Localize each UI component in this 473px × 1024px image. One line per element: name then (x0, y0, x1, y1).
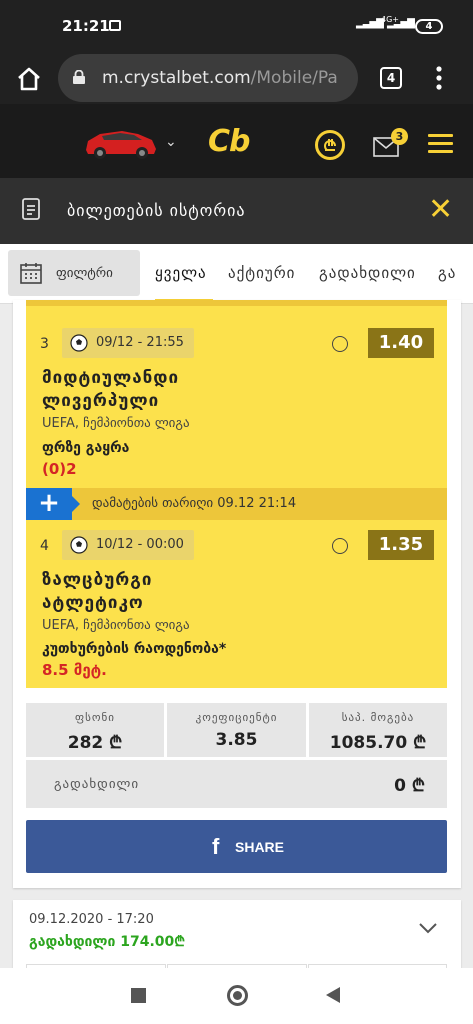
status-time: 21:21 (62, 17, 110, 35)
android-nav-bar (0, 968, 473, 1024)
balance-coin-icon[interactable] (315, 130, 345, 160)
ticket-summary: ფსონი 282 ₾ კოეფიციენტი 3.85 საპ. მოგება… (26, 703, 447, 808)
coefficient-label: კოეფიციენტი (195, 711, 278, 724)
tab-overflow[interactable]: გა (438, 264, 456, 282)
mail-count-badge: 3 (391, 128, 408, 145)
ticket-datetime: 09.12.2020 - 17:20 (29, 912, 154, 927)
filter-tab-bar: ფილტრი ყველა აქტიური გადახდილი გა (0, 244, 473, 304)
close-icon[interactable]: ✕ (428, 192, 453, 227)
paid-cell: გადახდილი 0 ₾ (26, 760, 447, 808)
soccer-ball-icon (70, 536, 88, 554)
team-home: მიდტიულანდი (42, 368, 180, 388)
soccer-ball-icon (70, 334, 88, 352)
more-menu-icon[interactable] (436, 66, 442, 90)
lari-icon (324, 139, 336, 151)
browser-toolbar: m.crystalbet.com/Mobile/Pa 4 (0, 54, 473, 104)
ticket-history-header: ბილეთების ისტორია ✕ (0, 178, 473, 244)
stake-value: 282 ₾ (67, 733, 123, 753)
signal-icon: ▂▃▅▇ (356, 18, 384, 29)
event-number: 4 (40, 538, 49, 554)
event-block: 3 09/12 - 21:55 1.40 მიდტიულანდი ლივერპუ… (26, 300, 447, 490)
url-text: m.crystalbet.com/Mobile/Pa (102, 68, 338, 88)
event-status-radio (332, 538, 348, 554)
event-number: 3 (40, 336, 49, 352)
paid-value: 0 ₾ (394, 776, 425, 796)
tab-active[interactable]: აქტიური (228, 264, 295, 282)
coefficient-value: 3.85 (215, 730, 258, 750)
market-name: კუთხურების რაოდენობა* (42, 641, 227, 657)
home-icon[interactable] (16, 66, 42, 92)
recents-button[interactable] (131, 988, 146, 1003)
signal-icon-2: ▂▃▅▇ (387, 18, 415, 29)
event-datetime: 10/12 - 00:00 (62, 530, 194, 560)
page-title: ბილეთების ისტორია (67, 201, 246, 220)
event-datetime: 09/12 - 21:55 (62, 328, 194, 358)
car-promo-icon[interactable] (82, 122, 160, 162)
plus-icon[interactable]: + (26, 488, 80, 520)
notification-icon (109, 20, 121, 31)
ticket-status: გადახდილი 174.00₾ (29, 934, 186, 950)
event-odds: 1.40 (368, 328, 434, 358)
team-away: ლივერპული (42, 391, 160, 411)
add-date-text: დამატების თარიღი 09.12 21:14 (92, 496, 297, 511)
league-name: UEFA, ჩემპიონთა ლიგა (42, 416, 190, 431)
site-header: ⌄ Cb 3 (0, 104, 473, 178)
team-home: ზალცბურგი (42, 570, 153, 590)
tab-paid[interactable]: გადახდილი (319, 264, 416, 282)
back-button[interactable] (326, 987, 340, 1003)
hamburger-menu-icon[interactable] (428, 134, 453, 156)
market-pick: (0)2 (42, 460, 77, 478)
potential-win-cell: საპ. მოგება 1085.70 ₾ (309, 703, 447, 757)
tab-switcher-button[interactable]: 4 (380, 67, 402, 89)
facebook-icon: f (212, 834, 220, 859)
stake-cell: ფსონი 282 ₾ (26, 703, 164, 757)
share-label: SHARE (235, 839, 285, 855)
add-date-bar-stub (26, 300, 447, 306)
home-button[interactable] (227, 985, 248, 1006)
league-name: UEFA, ჩემპიონთა ლიგა (42, 618, 190, 633)
event-status-radio (332, 336, 348, 352)
potential-win-label: საპ. მოგება (341, 711, 415, 724)
chevron-down-icon[interactable] (419, 922, 437, 934)
add-date-bar: + დამატების თარიღი 09.12 21:14 (26, 488, 447, 520)
status-bar: 21:21 ▂▃▅▇ 4G+ ▂▃▅▇ 4 (0, 0, 473, 54)
stake-label: ფსონი (75, 711, 115, 724)
tab-all[interactable]: ყველა (155, 264, 207, 282)
team-away: ატლეტიკო (42, 593, 144, 613)
facebook-share-button[interactable]: f SHARE (26, 820, 447, 873)
market-pick: 8.5 მეტ. (42, 661, 107, 679)
calendar-icon (20, 263, 42, 284)
paid-label: გადახდილი (54, 777, 140, 792)
battery-icon: 4 (415, 19, 443, 34)
ticket-card: 3 09/12 - 21:55 1.40 მიდტიულანდი ლივერპუ… (13, 300, 461, 888)
ticket-history-icon (22, 198, 40, 220)
event-block: + დამატების თარიღი 09.12 21:14 4 10/12 -… (26, 488, 447, 688)
site-logo[interactable]: Cb (208, 124, 250, 159)
market-name: ფრზე გაყრა (42, 440, 130, 456)
filter-label: ფილტრი (56, 266, 113, 281)
filter-button[interactable]: ფილტრი (8, 250, 140, 296)
lock-icon (73, 70, 85, 84)
chevron-down-icon[interactable]: ⌄ (165, 134, 177, 150)
event-odds: 1.35 (368, 530, 434, 560)
url-bar[interactable]: m.crystalbet.com/Mobile/Pa (58, 54, 358, 102)
coefficient-cell: კოეფიციენტი 3.85 (167, 703, 306, 757)
potential-win-value: 1085.70 ₾ (329, 733, 427, 753)
